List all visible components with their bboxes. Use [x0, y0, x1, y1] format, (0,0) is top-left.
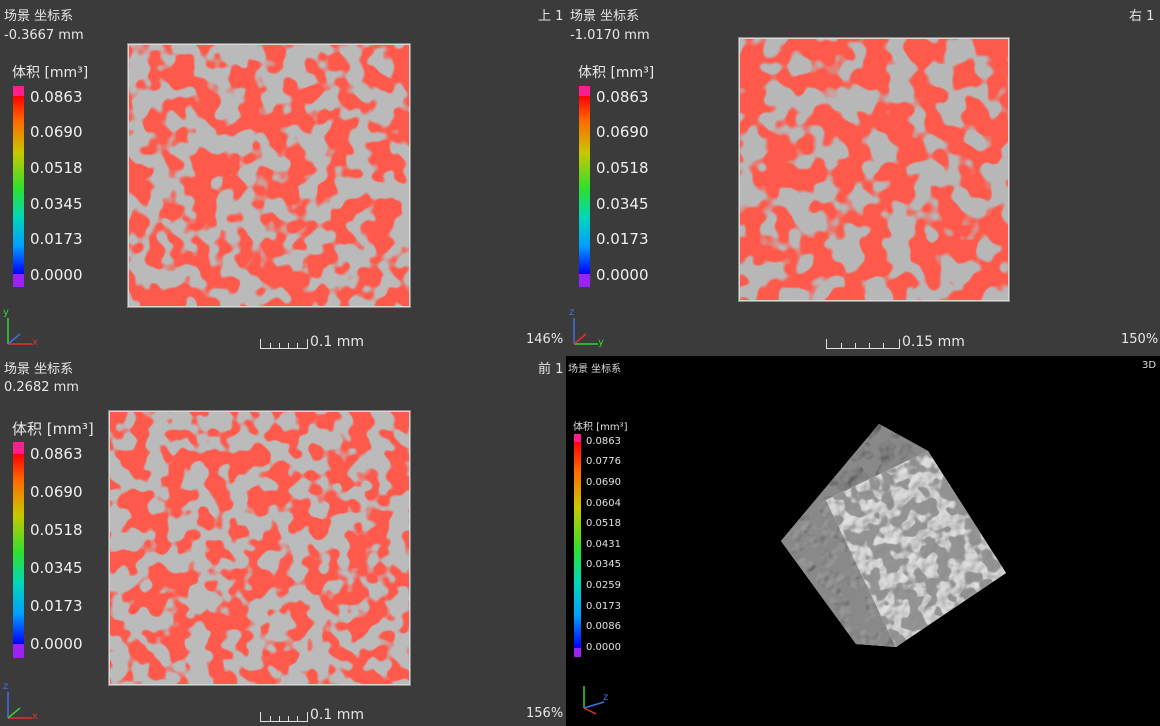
legend-colorbar	[13, 454, 24, 644]
legend-overflow-cap	[13, 86, 24, 96]
ct-slice-render	[739, 38, 1009, 301]
legend-tick-label: 0.0863	[30, 87, 83, 106]
scale-bar: 0.1 mm	[260, 708, 364, 722]
legend-colorbar	[574, 442, 581, 648]
legend-tick-label: 0.0173	[586, 600, 621, 612]
legend-tick-label: 0.0173	[30, 596, 83, 615]
legend-tick-label: 0.0431	[586, 538, 621, 550]
scale-label: 0.15 mm	[902, 334, 965, 350]
coord-system-label: 场景 坐标系	[4, 9, 74, 24]
legend-tick-label: 0.0604	[586, 497, 621, 509]
axis-x-label: x	[32, 337, 38, 348]
scale-label: 0.1 mm	[310, 334, 364, 350]
coord-system-label: 场景 坐标系	[570, 9, 640, 24]
coord-system-label: 场景 坐标系	[4, 362, 74, 377]
coord-system-label: 场景 坐标系	[568, 364, 622, 375]
porous-cube	[781, 424, 1006, 647]
legend-tick-label: 0.0690	[30, 123, 83, 142]
legend-underflow-cap	[13, 274, 24, 287]
legend-tick-label: 0.0690	[586, 477, 621, 488]
legend-tick-label: 0.0345	[596, 194, 649, 213]
legend-title: 体积 [mm³]	[573, 422, 628, 433]
slice-offset: -0.3667 mm	[4, 28, 84, 43]
legend-tick-label: 0.0000	[30, 265, 83, 284]
legend-underflow-cap	[574, 648, 581, 657]
legend-tick-label: 0.0776	[586, 456, 621, 468]
axis-triad: z y	[568, 307, 608, 350]
ct-slice-render	[128, 44, 410, 307]
legend-tick-label: 0.0690	[30, 482, 83, 501]
legend-tick-label: 0.0345	[30, 558, 83, 577]
legend-tick-label: 0.0863	[596, 87, 649, 106]
legend-tick-label: 0.0518	[30, 520, 83, 539]
axis-z-label: z	[603, 692, 609, 703]
legend-tick-label: 0.0518	[596, 158, 649, 177]
legend-overflow-cap	[13, 442, 24, 454]
scale-bar: 0.15 mm	[826, 335, 965, 349]
legend-tick-label: 0.0863	[586, 435, 621, 447]
axis-y-label: y	[3, 307, 9, 318]
scale-bar: 0.1 mm	[260, 335, 364, 349]
legend-overflow-cap	[574, 434, 581, 442]
scale-ruler	[826, 339, 900, 349]
legend-overflow-cap	[579, 86, 590, 96]
view-3d[interactable]: 场景 坐标系 3D 体积 [mm³] z 0.0863 0.0776 0.069…	[566, 356, 1160, 726]
axis-triad: y x	[2, 307, 42, 350]
legend-title: 体积 [mm³]	[12, 65, 89, 81]
legend-tick-label: 0.0690	[596, 123, 649, 142]
axis-triad: z x	[2, 681, 42, 724]
legend-tick-label: 0.0173	[30, 230, 83, 249]
zoom-level: 150%	[1121, 332, 1159, 347]
slice-offset: -1.0170 mm	[570, 28, 650, 43]
legend-colorbar	[13, 96, 24, 274]
zoom-level: 156%	[526, 706, 564, 721]
3d-volume-render[interactable]	[766, 416, 1016, 666]
legend-title: 体积 [mm³]	[12, 420, 94, 438]
legend-tick-label: 0.0173	[596, 230, 649, 249]
legend-tick-label: 0.0518	[586, 518, 621, 530]
slice-offset: 0.2682 mm	[4, 380, 79, 395]
legend-tick-label: 0.0345	[586, 559, 621, 571]
view-top[interactable]: 场景 坐标系 -0.3667 mm 上 1 体积 [mm³] y x 0.1 m…	[0, 0, 565, 357]
legend-underflow-cap	[579, 274, 590, 287]
view-name: 3D	[1142, 360, 1157, 371]
scale-ruler	[260, 339, 308, 349]
view-right[interactable]: 场景 坐标系 -1.0170 mm 右 1 体积 [mm³] z y 0.15 …	[566, 0, 1160, 357]
axis-z-label: z	[3, 681, 9, 692]
legend-tick-label: 0.0863	[30, 444, 83, 463]
view-name: 右 1	[1129, 9, 1155, 24]
axis-y-label: y	[598, 337, 604, 348]
legend-tick-label: 0.0000	[586, 641, 621, 653]
axis-z-label: z	[569, 307, 575, 318]
legend-title: 体积 [mm³]	[578, 65, 655, 81]
ct-slice-image[interactable]	[738, 37, 1010, 302]
legend-tick-label: 0.0000	[596, 265, 649, 284]
ct-slice-image[interactable]	[108, 410, 411, 686]
axis-x-label: x	[32, 711, 38, 722]
legend-tick-label: 0.0518	[30, 158, 83, 177]
scale-label: 0.1 mm	[310, 707, 364, 723]
ct-slice-render	[109, 411, 410, 685]
view-name: 上 1	[538, 9, 564, 24]
legend-colorbar	[579, 96, 590, 274]
zoom-level: 146%	[526, 332, 564, 347]
legend-tick-label: 0.0000	[30, 634, 83, 653]
scale-ruler	[260, 712, 308, 722]
legend-tick-label: 0.0345	[30, 194, 83, 213]
ct-slice-image[interactable]	[127, 43, 411, 308]
view-name: 前 1	[538, 362, 564, 377]
legend-tick-label: 0.0086	[586, 621, 621, 633]
legend-tick-label: 0.0259	[586, 580, 621, 591]
legend-underflow-cap	[13, 644, 24, 658]
axis-triad: z	[574, 676, 614, 716]
view-front[interactable]: 场景 坐标系 0.2682 mm 前 1 体积 [mm³] z x 0.1 mm…	[0, 356, 565, 726]
